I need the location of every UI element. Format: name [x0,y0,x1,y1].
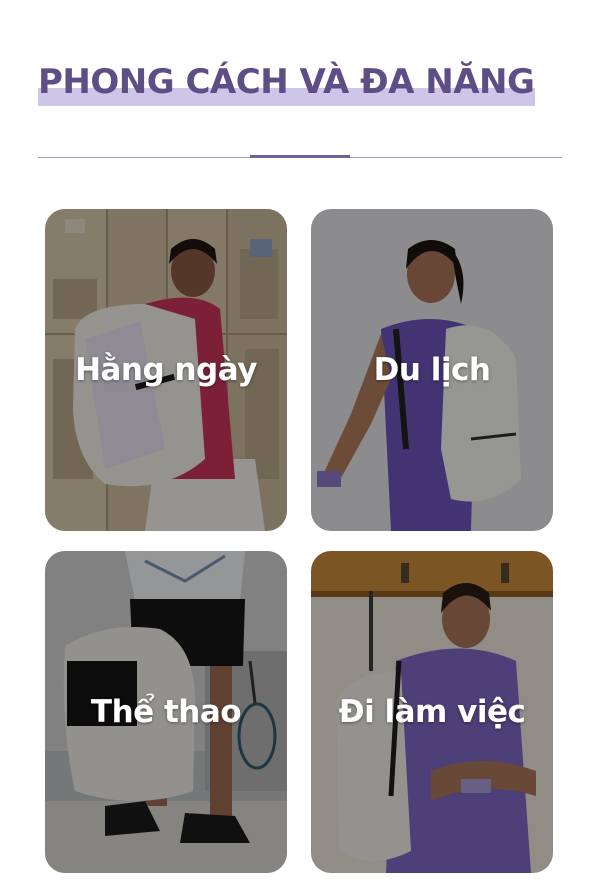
category-label: Hằng ngày [75,352,257,388]
category-label: Đi làm việc [338,694,526,730]
section-header: PHONG CÁCH VÀ ĐA NĂNG [38,58,535,110]
category-card-work[interactable]: Đi làm việc [311,551,553,873]
section-title: PHONG CÁCH VÀ ĐA NĂNG [38,62,535,102]
section-divider-accent [250,155,350,158]
category-label: Thể thao [90,694,242,730]
category-card-travel[interactable]: Du lịch [311,209,553,531]
category-label: Du lịch [373,352,491,388]
category-card-sport[interactable]: Thể thao [45,551,287,873]
category-card-daily[interactable]: Hằng ngày [45,209,287,531]
